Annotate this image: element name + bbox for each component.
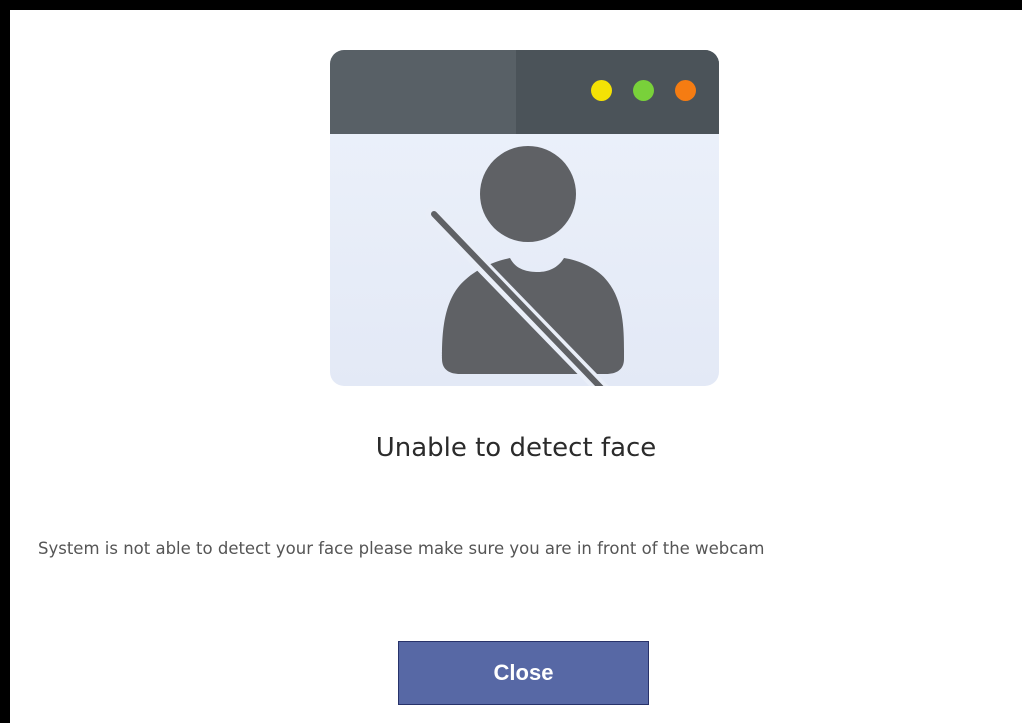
no-face-illustration xyxy=(330,50,719,386)
close-button[interactable]: Close xyxy=(398,641,649,705)
dialog-title: Unable to detect face xyxy=(375,433,657,463)
face-detection-dialog: Unable to detect face System is not able… xyxy=(10,10,1022,723)
window-dot-orange xyxy=(675,80,696,101)
window-dot-yellow xyxy=(591,80,612,101)
person-head xyxy=(480,146,576,242)
window-dot-green xyxy=(633,80,654,101)
no-face-icon xyxy=(425,146,625,386)
dialog-message: System is not able to detect your face p… xyxy=(38,539,765,558)
